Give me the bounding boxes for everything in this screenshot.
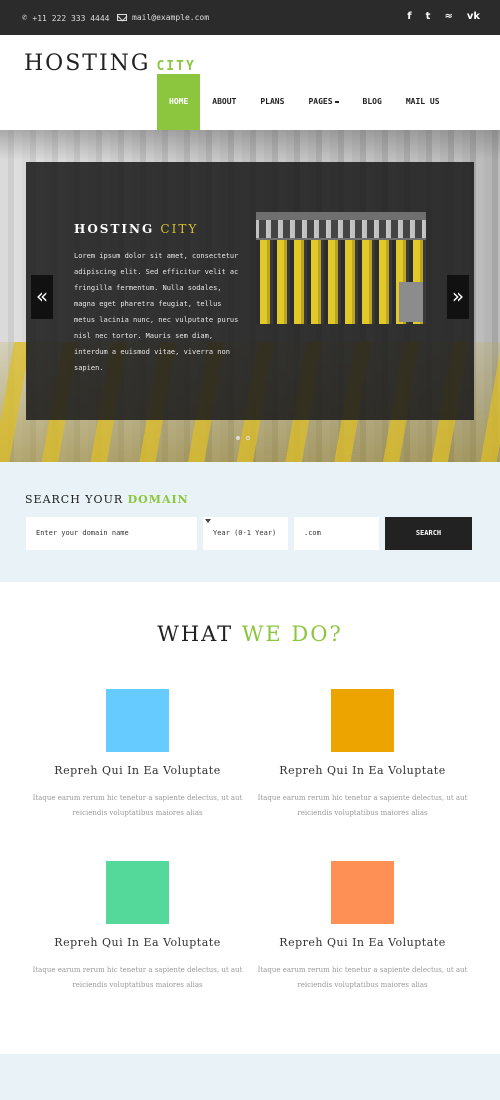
search-button[interactable]: SEARCH: [385, 517, 472, 550]
slide-dot-2[interactable]: [246, 436, 250, 440]
slide-image-network-cables: [256, 212, 426, 324]
site-header: HOSTING CITY HOME ABOUT PLANS PAGES BLOG …: [0, 35, 500, 130]
service-title[interactable]: Repreh Qui In Ea Voluptate: [30, 936, 245, 949]
main-nav: HOME ABOUT PLANS PAGES BLOG MAIL US: [157, 74, 452, 130]
year-select-value: Year (0-1 Year): [213, 529, 277, 537]
search-title-main: SEARCH YOUR: [25, 493, 124, 506]
services-section: WHAT WE DO? Repreh Qui In Ea Voluptate I…: [0, 582, 500, 1054]
service-card: Repreh Qui In Ea Voluptate Itaque earum …: [255, 861, 470, 993]
service-card: Repreh Qui In Ea Voluptate Itaque earum …: [255, 689, 470, 821]
hero-background-strip: [0, 130, 500, 160]
vk-icon[interactable]: vk: [467, 11, 480, 23]
service-color-square: [331, 861, 394, 924]
nav-blog[interactable]: BLOG: [351, 74, 394, 130]
phone-number: +11 222 333 4444: [32, 13, 110, 23]
service-description: Itaque earum rerum hic tenetur a sapient…: [32, 966, 243, 989]
services-title-main: WHAT: [157, 622, 234, 646]
logo-main: HOSTING: [24, 51, 151, 76]
nav-about[interactable]: ABOUT: [200, 74, 248, 130]
twitter-icon[interactable]: t: [426, 11, 431, 23]
email-contact[interactable]: mail@example.com: [117, 13, 209, 22]
switch-ports-graphic: [256, 220, 426, 238]
slide-text: Lorem ipsum dolor sit amet, consectetur …: [74, 252, 239, 372]
year-select[interactable]: Year (0-1 Year): [203, 517, 288, 550]
slide-title-accent: CITY: [160, 222, 199, 236]
dropdown-caret-icon: [334, 100, 339, 103]
prev-slide-button[interactable]: «: [31, 275, 53, 319]
site-logo[interactable]: HOSTING CITY: [24, 51, 196, 76]
service-color-square: [106, 861, 169, 924]
services-title: WHAT WE DO?: [0, 622, 500, 646]
slide-panel: HOSTING CITY Lorem ipsum dolor sit amet,…: [26, 162, 474, 440]
chevron-down-icon: [205, 519, 211, 523]
nav-home[interactable]: HOME: [157, 74, 201, 130]
phone-contact: ✆ +11 222 333 4444: [22, 13, 109, 23]
email-address[interactable]: mail@example.com: [132, 13, 209, 22]
service-title[interactable]: Repreh Qui In Ea Voluptate: [255, 936, 470, 949]
phone-icon: ✆: [22, 13, 28, 23]
service-description: Itaque earum rerum hic tenetur a sapient…: [257, 966, 468, 989]
search-title: SEARCH YOUR DOMAIN: [25, 493, 189, 506]
rss-icon[interactable]: ≈: [444, 11, 452, 23]
service-description: Itaque earum rerum hic tenetur a sapient…: [257, 794, 468, 817]
nav-plans[interactable]: PLANS: [248, 74, 296, 130]
envelope-icon: [117, 14, 127, 21]
service-card: Repreh Qui In Ea Voluptate Itaque earum …: [30, 861, 245, 993]
service-color-square: [331, 689, 394, 752]
services-title-accent: WE DO?: [241, 622, 343, 646]
slide-title-main: HOSTING: [74, 222, 155, 236]
hero-slider: HOSTING CITY Lorem ipsum dolor sit amet,…: [0, 130, 500, 462]
domain-name-input[interactable]: Enter your domain name: [26, 517, 197, 550]
service-card: Repreh Qui In Ea Voluptate Itaque earum …: [30, 689, 245, 821]
slide-dot-1[interactable]: [236, 436, 240, 440]
service-title[interactable]: Repreh Qui In Ea Voluptate: [30, 764, 245, 777]
social-links: f t ≈ vk: [407, 11, 480, 23]
logo-accent: CITY: [156, 59, 196, 74]
tld-input[interactable]: .com: [294, 517, 379, 550]
top-bar: ✆ +11 222 333 4444 mail@example.com f t …: [0, 0, 500, 35]
nav-mail-us[interactable]: MAIL US: [394, 74, 452, 130]
next-slide-button[interactable]: »: [447, 275, 469, 319]
nav-pages-label: PAGES: [308, 97, 333, 106]
search-title-accent: DOMAIN: [127, 493, 189, 506]
nav-pages[interactable]: PAGES: [296, 74, 350, 130]
slide-title: HOSTING CITY: [74, 222, 198, 236]
rack-bracket-graphic: [399, 282, 423, 322]
next-section-strip: [0, 1054, 500, 1100]
facebook-icon[interactable]: f: [407, 11, 411, 23]
service-title[interactable]: Repreh Qui In Ea Voluptate: [255, 764, 470, 777]
service-color-square: [106, 689, 169, 752]
service-description: Itaque earum rerum hic tenetur a sapient…: [32, 794, 243, 817]
slide-dots: [236, 436, 250, 440]
domain-search-section: SEARCH YOUR DOMAIN Enter your domain nam…: [0, 462, 500, 582]
